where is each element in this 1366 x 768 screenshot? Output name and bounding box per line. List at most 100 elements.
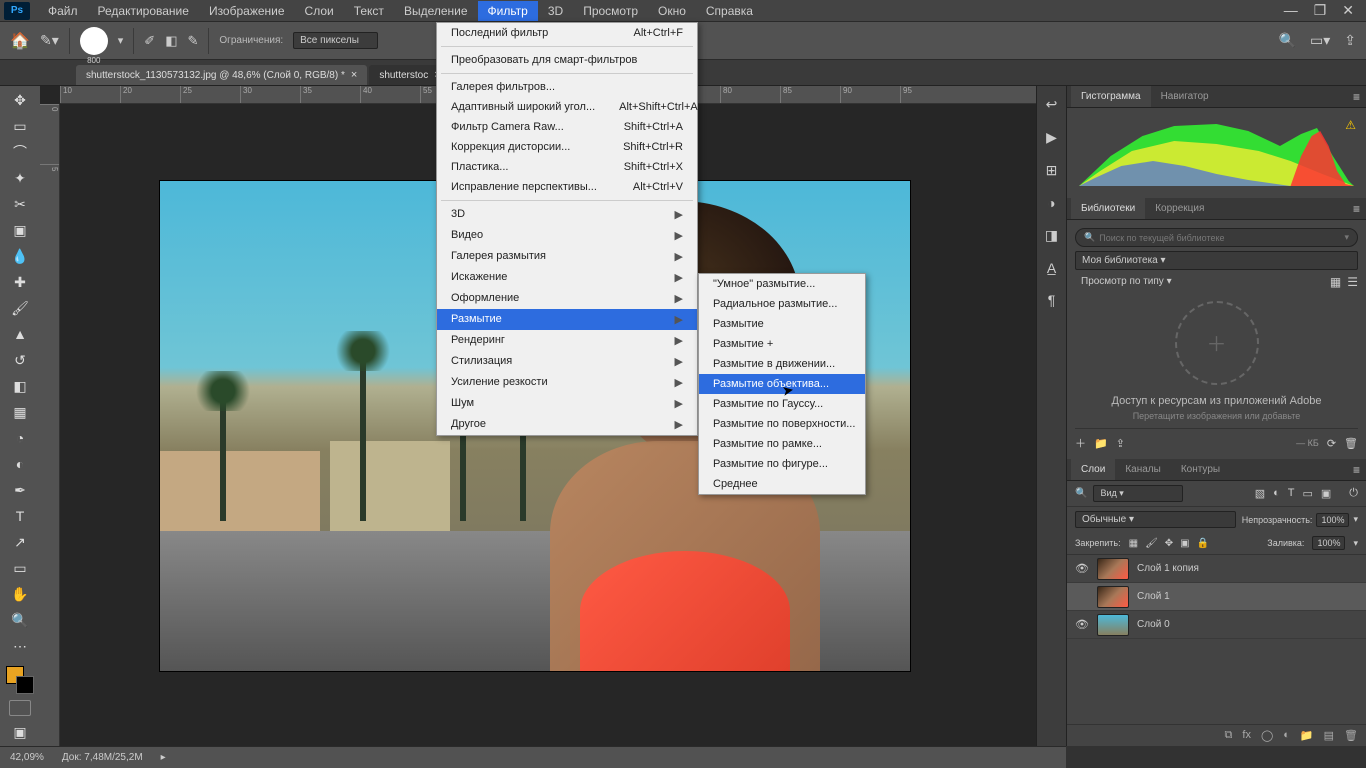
search-icon[interactable]: 🔍 [1279, 32, 1296, 49]
dodge-tool[interactable]: ◐ [8, 454, 32, 474]
filter-type-icon[interactable]: T [1288, 487, 1295, 500]
quick-mask-toggle[interactable] [9, 700, 31, 716]
grid-view-icon[interactable]: ▦ [1330, 275, 1341, 289]
layer-row[interactable]: Слой 1 [1067, 583, 1366, 611]
menu-текст[interactable]: Текст [344, 1, 394, 21]
eyedropper-tool[interactable]: 💧 [8, 246, 32, 266]
restore-icon[interactable]: ❐ [1314, 2, 1327, 19]
lock-position-icon[interactable]: ✥ [1165, 538, 1173, 549]
submenu-item[interactable]: Размытие + [699, 334, 865, 354]
menu-фильтр[interactable]: Фильтр [478, 1, 538, 21]
menu-окно[interactable]: Окно [648, 1, 696, 21]
move-tool[interactable]: ✥ [8, 90, 32, 110]
screen-mode[interactable]: ▣ [8, 722, 32, 742]
shape-tool[interactable]: ▭ [8, 558, 32, 578]
visibility-toggle[interactable]: 👁 [1075, 562, 1089, 575]
tab-histogram[interactable]: Гистограмма [1071, 86, 1151, 107]
warning-icon[interactable]: ⚠ [1345, 118, 1356, 132]
history-icon[interactable]: ↩ [1046, 96, 1058, 113]
menu-item[interactable]: Преобразовать для смарт-фильтров [437, 50, 697, 70]
menu-слои[interactable]: Слои [295, 1, 344, 21]
minimize-icon[interactable]: — [1284, 2, 1298, 19]
menu-редактирование[interactable]: Редактирование [88, 1, 199, 21]
menu-выделение[interactable]: Выделение [394, 1, 478, 21]
styles-icon[interactable]: ◨ [1045, 227, 1058, 244]
layer-name[interactable]: Слой 0 [1137, 619, 1170, 630]
submenu-item[interactable]: Размытие по Гауссу... [699, 394, 865, 414]
fill-value[interactable]: 100% [1312, 536, 1345, 550]
frame-tool[interactable]: ▣ [8, 220, 32, 240]
color-swatches[interactable] [6, 666, 34, 694]
paragraph-icon[interactable]: ¶ [1048, 292, 1056, 308]
upload-icon[interactable]: ⇪ [1116, 437, 1125, 450]
submenu-item[interactable]: Размытие в движении... [699, 354, 865, 374]
menu-item[interactable]: Искажение▶ [437, 267, 697, 288]
menu-3d[interactable]: 3D [538, 1, 573, 21]
submenu-item[interactable]: "Умное" размытие... [699, 274, 865, 294]
filter-smart-icon[interactable]: ▣ [1321, 487, 1331, 500]
blend-mode-select[interactable]: Обычные ▾ [1075, 511, 1236, 528]
filter-pixel-icon[interactable]: ▧ [1255, 487, 1265, 500]
more-tools[interactable]: ⋯ [8, 636, 32, 656]
crop-tool[interactable]: ✂ [8, 194, 32, 214]
new-group-icon[interactable]: 📁 [1300, 729, 1314, 742]
document-tab[interactable]: shutterstock_1130573132.jpg @ 48,6% (Сло… [76, 65, 367, 85]
background-swatch[interactable] [16, 676, 34, 694]
menu-item[interactable]: Другое▶ [437, 414, 697, 435]
heal-tool[interactable]: ✚ [8, 272, 32, 292]
adjustments-icon[interactable]: ◑ [1047, 195, 1055, 211]
brush-preview[interactable]: 800 [80, 27, 108, 55]
menu-item[interactable]: Исправление перспективы...Alt+Ctrl+V [437, 177, 697, 197]
zoom-value[interactable]: 42,09% [10, 752, 44, 763]
view-by-select[interactable]: Просмотр по типу ▾ [1075, 273, 1326, 290]
filter-shape-icon[interactable]: ▭ [1302, 487, 1312, 500]
marquee-tool[interactable]: ▭ [8, 116, 32, 136]
menu-просмотр[interactable]: Просмотр [573, 1, 648, 21]
share-icon[interactable]: ⇪ [1344, 32, 1356, 49]
tab-paths[interactable]: Контуры [1171, 459, 1230, 480]
menu-item[interactable]: Пластика...Shift+Ctrl+X [437, 157, 697, 177]
tab-channels[interactable]: Каналы [1115, 459, 1171, 480]
character-icon[interactable]: A̲ [1047, 260, 1056, 276]
menu-item[interactable]: Последний фильтрAlt+Ctrl+F [437, 23, 697, 43]
delete-layer-icon[interactable]: 🗑 [1344, 729, 1358, 742]
submenu-item[interactable]: Среднее [699, 474, 865, 494]
lock-pixels-icon[interactable]: 🖌 [1145, 538, 1158, 549]
submenu-item[interactable]: Размытие [699, 314, 865, 334]
filter-toggle[interactable]: ⏻ [1349, 487, 1358, 500]
gradient-tool[interactable]: ▦ [8, 402, 32, 422]
menu-item[interactable]: Видео▶ [437, 225, 697, 246]
sync-icon[interactable]: ⟳ [1327, 437, 1336, 450]
visibility-toggle[interactable]: 👁 [1075, 618, 1089, 631]
chevron-down-icon[interactable]: ▾ [1353, 538, 1358, 549]
layer-fx-icon[interactable]: fx [1242, 729, 1251, 742]
menu-item[interactable]: 3D▶ [437, 204, 697, 225]
tab-adjustments[interactable]: Коррекция [1145, 198, 1214, 219]
properties-icon[interactable]: ⊞ [1046, 162, 1058, 179]
filter-adjust-icon[interactable]: ◐ [1273, 487, 1280, 500]
menu-item[interactable]: Усиление резкости▶ [437, 372, 697, 393]
eraser-tool[interactable]: ◧ [8, 376, 32, 396]
lock-all-icon[interactable]: 🔒 [1197, 538, 1209, 549]
menu-item[interactable]: Рендеринг▶ [437, 330, 697, 351]
trash-icon[interactable]: 🗑 [1344, 437, 1358, 450]
close-tab-icon[interactable]: × [351, 69, 357, 81]
new-layer-icon[interactable]: ▤ [1324, 729, 1334, 742]
panel-menu-icon[interactable]: ≡ [1347, 90, 1366, 104]
add-button[interactable]: ＋ [1075, 435, 1086, 451]
menu-изображение[interactable]: Изображение [199, 1, 295, 21]
submenu-item[interactable]: Размытие по фигуре... [699, 454, 865, 474]
hand-tool[interactable]: ✋ [8, 584, 32, 604]
stamp-tool[interactable]: ▲ [8, 324, 32, 344]
zoom-tool[interactable]: 🔍 [8, 610, 32, 630]
menu-item[interactable]: Фильтр Camera Raw...Shift+Ctrl+A [437, 117, 697, 137]
folder-icon[interactable]: 📁 [1094, 437, 1108, 450]
close-icon[interactable]: ✕ [1342, 2, 1354, 19]
link-layers-icon[interactable]: ⧉ [1225, 729, 1233, 742]
library-select[interactable]: Моя библиотека ▾ [1075, 251, 1358, 270]
blur-tool[interactable]: ◔ [8, 428, 32, 448]
menu-item[interactable]: Стилизация▶ [437, 351, 697, 372]
workspace-icon[interactable]: ▭▾ [1310, 32, 1330, 49]
history-brush-tool[interactable]: ↺ [8, 350, 32, 370]
layer-row[interactable]: 👁 Слой 0 [1067, 611, 1366, 639]
